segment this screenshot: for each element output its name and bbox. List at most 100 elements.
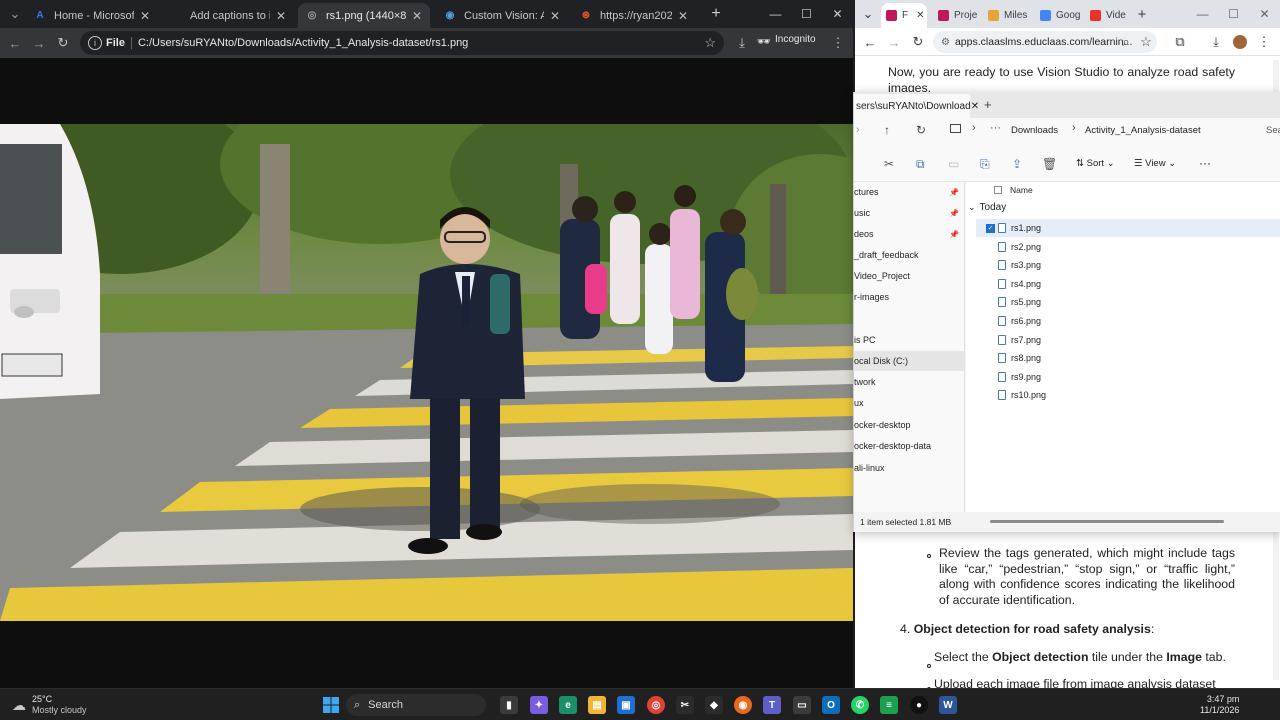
tab-3[interactable]: ◎ rs1.png (1440×842) ✕ <box>298 3 430 28</box>
tab-search-icon[interactable]: ⌄ <box>6 5 24 23</box>
reload-icon[interactable]: ↻ <box>54 34 72 52</box>
explorer-tab[interactable]: sers\suRYANto\Download ✕ <box>854 94 979 118</box>
tab-5[interactable]: ⊛ https://ryan20260111-pr ✕ <box>572 3 696 28</box>
weather-widget[interactable]: ☁ 25°C Mostly cloudy <box>12 694 87 716</box>
nav-pane-item[interactable]: ux <box>854 393 965 413</box>
copy-icon[interactable]: ⧉ <box>916 157 925 172</box>
github-icon[interactable]: ● <box>910 696 928 714</box>
right-tab-3[interactable]: Miles <box>983 3 1033 28</box>
tab-close-icon[interactable]: ✕ <box>276 9 286 23</box>
edge-icon[interactable]: e <box>559 696 577 714</box>
ex-forward-icon[interactable]: › <box>856 124 860 136</box>
tab-4[interactable]: ◉ Custom Vision: Animal Id ✕ <box>436 3 568 28</box>
tab-close-icon[interactable]: ✕ <box>140 9 150 23</box>
nav-pane-item[interactable]: is PC <box>854 330 965 350</box>
back-icon[interactable]: ← <box>6 34 24 52</box>
tab-close-icon[interactable]: ✕ <box>550 9 560 23</box>
nav-pane-item[interactable]: _draft_feedback <box>854 245 965 265</box>
nav-pane-item[interactable]: ali-linux <box>854 458 965 478</box>
select-all-checkbox[interactable] <box>994 186 1002 194</box>
nav-pane-item[interactable]: twork <box>854 372 965 392</box>
right-back-icon[interactable]: ← <box>861 33 879 51</box>
whatsapp-icon[interactable]: ✆ <box>851 696 869 714</box>
copilot-icon[interactable]: ✦ <box>530 696 548 714</box>
file-row[interactable]: rs2.png <box>976 238 1280 256</box>
paste-icon[interactable]: ▭ <box>948 157 959 171</box>
teams-icon[interactable]: T <box>763 696 781 714</box>
profile-avatar[interactable] <box>1231 33 1249 51</box>
file-row[interactable]: rs10.png <box>976 386 1280 404</box>
ex-more-path-icon[interactable]: ··· <box>990 122 1001 134</box>
file-row[interactable]: rs5.png <box>976 293 1280 311</box>
nav-pane-item[interactable]: Video_Project <box>854 266 965 286</box>
unity-icon[interactable]: ◆ <box>705 696 723 714</box>
notepad-icon[interactable]: ≡ <box>880 696 898 714</box>
breadcrumb-activity-dataset[interactable]: Activity_1_Analysis-dataset <box>1085 125 1201 136</box>
chrome-icon[interactable]: ◎ <box>647 696 665 714</box>
road-safety-photo[interactable] <box>0 124 853 621</box>
cut-icon[interactable]: ✂ <box>884 157 894 171</box>
tab-close-icon[interactable]: ✕ <box>412 9 422 23</box>
right-tab-4[interactable]: Goog <box>1035 3 1083 28</box>
file-row[interactable]: rs6.png <box>976 312 1280 330</box>
sort-button[interactable]: ⇅ Sort ⌄ <box>1076 158 1115 169</box>
pin-icon[interactable]: 📌 <box>949 209 959 218</box>
right-new-tab-button[interactable]: + <box>1133 5 1151 23</box>
system-clock[interactable]: 3:47 pm 11/1/2026 <box>1200 694 1239 716</box>
incognito-indicator[interactable]: 🕶 Incognito <box>757 34 816 48</box>
taskbar-search[interactable]: ⌕ Search <box>346 694 486 716</box>
share-icon[interactable]: ⇪ <box>1012 157 1022 171</box>
group-today[interactable]: ⌄ Today <box>968 202 1006 213</box>
tab-2[interactable]: ◩ Add captions to images ✕ <box>162 3 294 28</box>
right-tab-5[interactable]: Vide <box>1085 3 1129 28</box>
file-row[interactable]: rs9.png <box>976 368 1280 386</box>
tab-1[interactable]: A Home - Microsoft Azure ✕ <box>26 3 158 28</box>
right-tab-1[interactable]: F ✕ <box>881 3 927 28</box>
collapse-chevron-icon[interactable]: ⌄ <box>968 202 976 213</box>
new-tab-button[interactable]: + <box>707 5 725 23</box>
file-explorer-icon[interactable]: ▤ <box>588 696 606 714</box>
ex-computer-icon[interactable] <box>950 124 961 133</box>
tab-close-icon[interactable]: ✕ <box>678 9 688 23</box>
right-maximize-icon[interactable]: ☐ <box>1218 0 1249 28</box>
rename-icon[interactable]: ⎘ <box>980 157 990 172</box>
explorer-tab-close-icon[interactable]: ✕ <box>971 101 979 112</box>
firefox-icon[interactable]: ◉ <box>734 696 752 714</box>
outlook-icon[interactable]: O <box>822 696 840 714</box>
breadcrumb-downloads[interactable]: Downloads <box>1011 125 1058 136</box>
right-forward-icon[interactable]: → <box>885 33 903 51</box>
right-menu-icon[interactable]: ⋮ <box>1255 33 1273 51</box>
delete-icon[interactable]: 🗑 <box>1042 157 1057 171</box>
row-checkbox[interactable]: ✓ <box>986 223 995 233</box>
address-bar[interactable]: i File C:/Users/suRYANto/Downloads/Activ… <box>80 31 724 55</box>
file-row[interactable]: ✓ rs1.png <box>976 219 1280 237</box>
nav-pane-item[interactable]: r-images <box>854 287 965 307</box>
right-tab-close-icon[interactable]: ✕ <box>916 10 924 21</box>
explorer-search-box[interactable]: Sea <box>1266 125 1280 136</box>
explorer-new-tab-icon[interactable]: + <box>984 97 992 112</box>
file-row[interactable]: rs8.png <box>976 349 1280 367</box>
forward-icon[interactable]: → <box>30 34 48 52</box>
nav-pane-item[interactable]: ocker-desktop-data <box>854 436 965 456</box>
info-icon[interactable]: i <box>88 36 102 50</box>
file-row[interactable]: rs4.png <box>976 275 1280 293</box>
minimize-icon[interactable]: — <box>760 0 791 28</box>
snipping-tool-icon[interactable]: ✂ <box>676 696 694 714</box>
right-url-text[interactable]: apps.claaslms.educlaas.com/learnin... <box>955 36 1132 48</box>
remote-desktop-icon[interactable]: ▭ <box>793 696 811 714</box>
nav-pane-item[interactable]: ctures 📌 <box>854 182 965 202</box>
start-windows-icon[interactable] <box>322 696 340 714</box>
horizontal-scrollbar[interactable] <box>990 520 1224 523</box>
store-icon[interactable]: ▣ <box>617 696 635 714</box>
pin-icon[interactable]: 📌 <box>949 188 959 197</box>
word-icon[interactable]: W <box>939 696 957 714</box>
right-minimize-icon[interactable]: — <box>1187 0 1218 28</box>
site-settings-icon[interactable]: ⚙ <box>941 37 950 48</box>
file-row[interactable]: rs7.png <box>976 331 1280 349</box>
right-close-icon[interactable]: ✕ <box>1249 0 1280 28</box>
see-more-icon[interactable]: ··· <box>1199 156 1211 170</box>
ex-refresh-icon[interactable]: ↻ <box>916 123 926 137</box>
task-view-icon[interactable]: ▮ <box>500 696 518 714</box>
extensions-icon[interactable]: ⧉ <box>1171 33 1189 51</box>
file-row[interactable]: rs3.png <box>976 256 1280 274</box>
